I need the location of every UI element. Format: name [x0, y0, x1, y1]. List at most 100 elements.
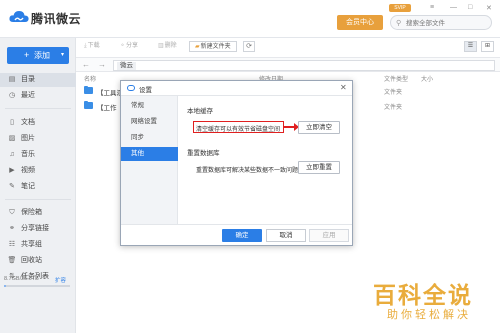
- sidebar-divider: [5, 108, 71, 109]
- folder-icon: [84, 100, 93, 109]
- download-label: 下载: [87, 43, 100, 49]
- chevron-down-icon: ▾: [61, 52, 65, 58]
- directory-icon: ▤: [8, 76, 16, 83]
- storage-bar: [4, 285, 70, 287]
- sidebar-item-label: 目录: [21, 76, 35, 83]
- download-icon: ⤓: [84, 43, 87, 49]
- svip-badge[interactable]: SVIP: [389, 4, 411, 12]
- sidebar-item-share-links[interactable]: ⚭ 分享链接: [0, 222, 76, 236]
- tab-other[interactable]: 其他: [121, 147, 178, 161]
- sidebar-item-label: 保险箱: [21, 209, 42, 216]
- trash-icon: ▥: [158, 43, 164, 49]
- list-view-icon[interactable]: ☰: [464, 41, 477, 52]
- apply-button[interactable]: 应用: [309, 229, 349, 242]
- delete-label: 删除: [164, 43, 177, 49]
- sidebar-item-safe[interactable]: ⛉ 保险箱: [0, 206, 76, 220]
- share-icon: ⚬: [120, 43, 126, 49]
- document-icon: ▯: [10, 119, 14, 126]
- search-input[interactable]: [406, 18, 488, 28]
- reset-description: 重置数据库可解决某些数据不一致问题: [196, 168, 299, 174]
- storage-bar-fill: [4, 285, 6, 287]
- toolbar: ⤓下载 ⚬分享 ▥删除 ▰新建文件夹 ⟳ ☰ ⊞: [76, 38, 500, 55]
- sidebar-item-recycle-bin[interactable]: 🗑 回收站: [0, 254, 76, 268]
- storage-usage: 8.7GB/25.0TB: [4, 276, 39, 282]
- share-link-icon: ⚭: [9, 225, 15, 232]
- plus-icon: +: [24, 50, 30, 60]
- column-size[interactable]: 大小: [421, 74, 433, 83]
- cancel-button[interactable]: 取消: [266, 229, 306, 242]
- sidebar-item-label: 回收站: [21, 257, 42, 264]
- app-name: 腾讯微云: [31, 12, 82, 26]
- tab-sync[interactable]: 同步: [121, 131, 178, 145]
- dialog-close-icon[interactable]: ✕: [340, 83, 347, 92]
- cache-section-title: 本地缓存: [187, 108, 213, 115]
- close-icon[interactable]: ✕: [486, 4, 492, 12]
- column-type[interactable]: 文件类型: [384, 74, 408, 83]
- group-icon: ☷: [8, 241, 16, 248]
- sidebar-item-shared-group[interactable]: ☷ 共享组: [0, 238, 76, 252]
- delete-button[interactable]: ▥删除: [158, 41, 177, 52]
- sidebar-item-video[interactable]: ▶ 视频: [0, 164, 76, 178]
- sidebar-item-label: 笔记: [21, 183, 35, 190]
- new-folder-label: 新建文件夹: [200, 44, 231, 50]
- folder-plus-icon: ▰: [195, 44, 200, 50]
- expand-storage-link[interactable]: 扩容: [55, 276, 66, 284]
- watermark-title: 百科全说: [373, 283, 473, 309]
- share-button[interactable]: ⚬分享: [120, 41, 138, 52]
- music-icon: ♫: [9, 151, 15, 158]
- settings-cloud-icon: [127, 85, 135, 91]
- minimize-icon[interactable]: —: [450, 4, 457, 11]
- safe-icon: ⛉: [9, 209, 15, 216]
- sidebar-divider: [5, 199, 71, 200]
- video-icon: ▶: [9, 167, 15, 174]
- sidebar-item-images[interactable]: ▨ 图片: [0, 132, 76, 146]
- new-folder-button[interactable]: ▰新建文件夹: [189, 41, 237, 52]
- menu-icon[interactable]: ≡: [430, 4, 434, 11]
- grid-view-icon[interactable]: ⊞: [481, 41, 494, 52]
- reset-section-title: 重置数据库: [187, 150, 220, 157]
- download-button[interactable]: ⤓下载: [84, 41, 100, 52]
- back-arrow-icon[interactable]: ←: [82, 60, 90, 69]
- file-name: 【工作: [97, 105, 117, 112]
- sidebar-item-label: 共享组: [21, 241, 42, 248]
- recycle-bin-icon: 🗑: [7, 257, 17, 264]
- maximize-icon[interactable]: □: [468, 4, 472, 11]
- breadcrumb[interactable]: 微云: [113, 60, 495, 71]
- settings-dialog: 设置 ✕ 常规 网络设置 同步 其他 本地缓存 清空缓存可以有效节省磁盘空间 立…: [120, 80, 353, 246]
- dialog-footer: 确定 取消 应用: [121, 224, 352, 245]
- sidebar-item-directory[interactable]: ▤ 目录: [0, 73, 76, 87]
- vip-center-button[interactable]: 会员中心: [337, 15, 383, 30]
- sidebar-item-recent[interactable]: ◷ 最近: [0, 89, 76, 103]
- sidebar-item-label: 文档: [21, 119, 35, 126]
- folder-icon: [84, 85, 93, 94]
- tab-general[interactable]: 常规: [121, 99, 178, 113]
- search-icon: ⚲: [396, 20, 402, 27]
- reset-database-button[interactable]: 立即重置: [298, 161, 340, 174]
- forward-arrow-icon[interactable]: →: [98, 60, 106, 69]
- tab-network[interactable]: 网络设置: [121, 115, 178, 129]
- sidebar-item-label: 音乐: [21, 151, 35, 158]
- sidebar-item-music[interactable]: ♫ 音乐: [0, 148, 76, 162]
- title-bar: 腾讯微云 会员中心 SVIP ≡ — □ ✕ ⚲: [0, 0, 500, 38]
- red-arrow-annotation: [284, 123, 299, 131]
- sidebar-item-label: 最近: [21, 92, 35, 99]
- add-button[interactable]: + 添加 ▾: [7, 47, 69, 64]
- settings-tab-list: 常规 网络设置 同步 其他: [121, 96, 178, 224]
- sidebar: + 添加 ▾ ▤ 目录 ◷ 最近 ▯ 文档 ▨ 图片 ♫ 音乐 ▶ 视频 ✎ 笔…: [0, 38, 76, 333]
- watermark-subtitle: 助你轻松解决: [387, 308, 471, 321]
- file-type: 文件夹: [384, 90, 403, 96]
- ok-button[interactable]: 确定: [222, 229, 262, 242]
- refresh-icon[interactable]: ⟳: [243, 41, 255, 52]
- image-icon: ▨: [8, 135, 16, 142]
- dialog-title-bar: 设置 ✕: [121, 81, 352, 96]
- add-button-label: 添加: [34, 51, 50, 60]
- note-icon: ✎: [9, 183, 15, 190]
- sidebar-item-documents[interactable]: ▯ 文档: [0, 116, 76, 130]
- share-label: 分享: [126, 43, 139, 49]
- dialog-title: 设置: [139, 87, 152, 94]
- search-box[interactable]: ⚲: [390, 15, 492, 30]
- breadcrumb-item[interactable]: 微云: [117, 62, 136, 70]
- column-name[interactable]: 名称: [84, 74, 96, 83]
- clear-cache-button[interactable]: 立即清空: [298, 121, 340, 134]
- sidebar-item-notes[interactable]: ✎ 笔记: [0, 180, 76, 194]
